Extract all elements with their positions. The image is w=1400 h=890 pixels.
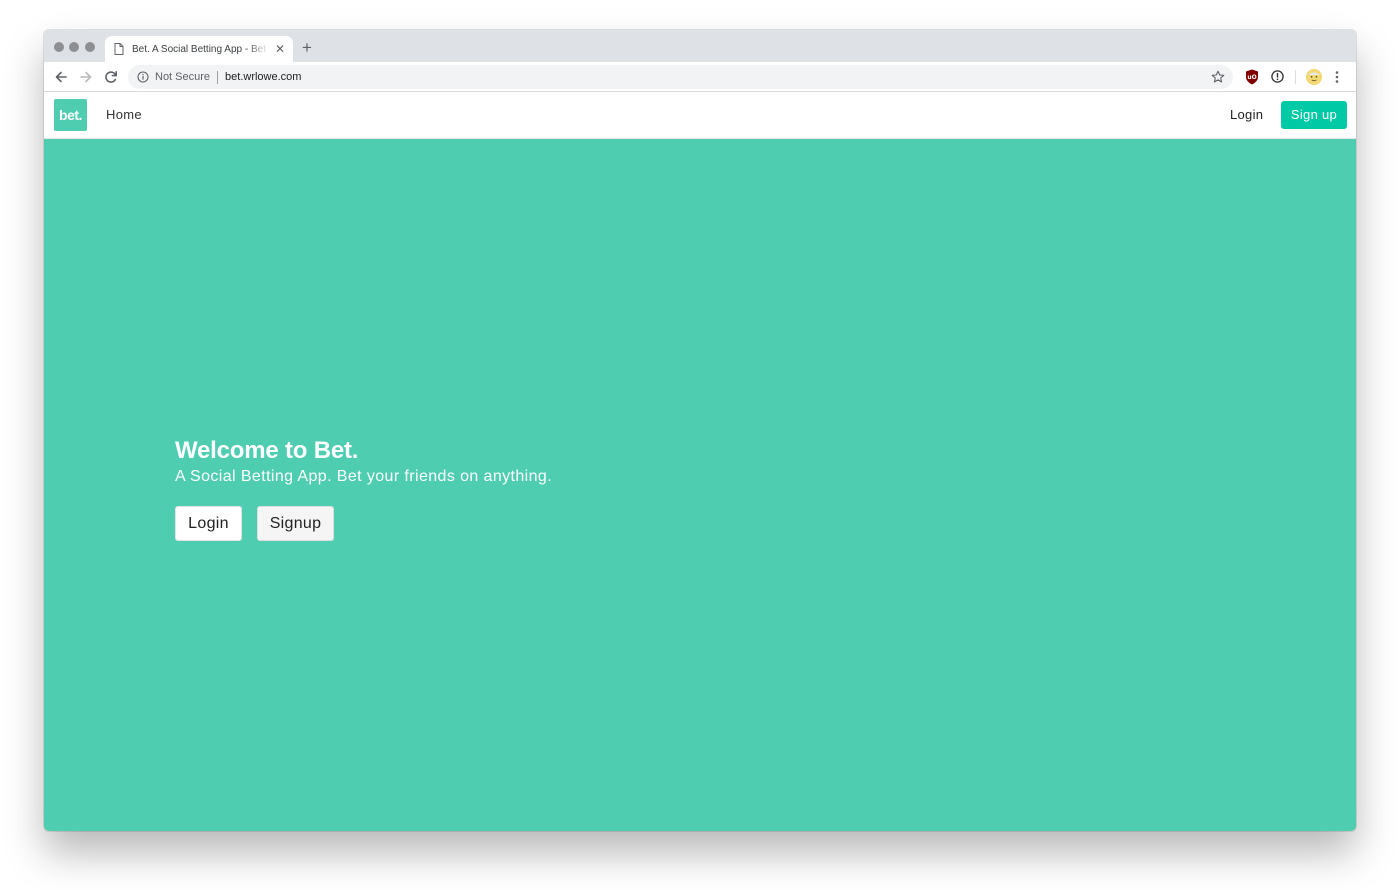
maximize-window-button[interactable] [85,42,95,52]
tab-title: Bet. A Social Betting App - Bet [132,43,266,55]
back-icon[interactable] [53,69,69,85]
avatar[interactable] [1306,69,1322,85]
browser-toolbar: Not Secure bet.wrlowe.com uO [44,62,1356,92]
hero-signup-button[interactable]: Signup [257,506,334,541]
reload-icon[interactable] [103,69,119,85]
browser-window: Bet. A Social Betting App - Bet ✕ + Not … [44,30,1356,831]
web-page: bet. Home Login Sign up Welcome to Bet. … [44,92,1356,831]
document-icon [114,43,124,55]
ublock-icon[interactable]: uO [1245,69,1259,85]
star-icon[interactable] [1211,70,1225,84]
svg-text:uO: uO [1247,74,1256,81]
address-divider [217,70,219,84]
extension-info-icon[interactable] [1271,70,1284,83]
site-navbar: bet. Home Login Sign up [44,92,1356,139]
hero-title: Welcome to Bet. [175,437,359,464]
url-text[interactable]: bet.wrlowe.com [225,71,301,83]
hero-subtitle: A Social Betting App. Bet your friends o… [175,468,553,485]
minimize-window-button[interactable] [69,42,79,52]
menu-icon[interactable] [1334,69,1340,85]
tab-strip: Bet. A Social Betting App - Bet ✕ + [44,30,1356,62]
new-tab-icon[interactable]: + [302,39,312,56]
close-window-button[interactable] [54,42,64,52]
hero-section: Welcome to Bet. A Social Betting App. Be… [44,139,1356,831]
brand-logo[interactable]: bet. [54,99,87,131]
forward-icon[interactable] [78,69,94,85]
toolbar-divider [1295,70,1296,84]
info-icon[interactable] [137,71,149,83]
address-bar[interactable]: Not Secure bet.wrlowe.com [128,65,1233,89]
nav-home-link[interactable]: Home [106,107,142,122]
hero-login-button[interactable]: Login [175,506,242,541]
close-icon[interactable]: ✕ [275,43,285,55]
browser-tab[interactable]: Bet. A Social Betting App - Bet ✕ [105,36,293,62]
nav-login-link[interactable]: Login [1230,107,1263,122]
security-label[interactable]: Not Secure [155,71,210,83]
nav-signup-button[interactable]: Sign up [1281,101,1347,129]
